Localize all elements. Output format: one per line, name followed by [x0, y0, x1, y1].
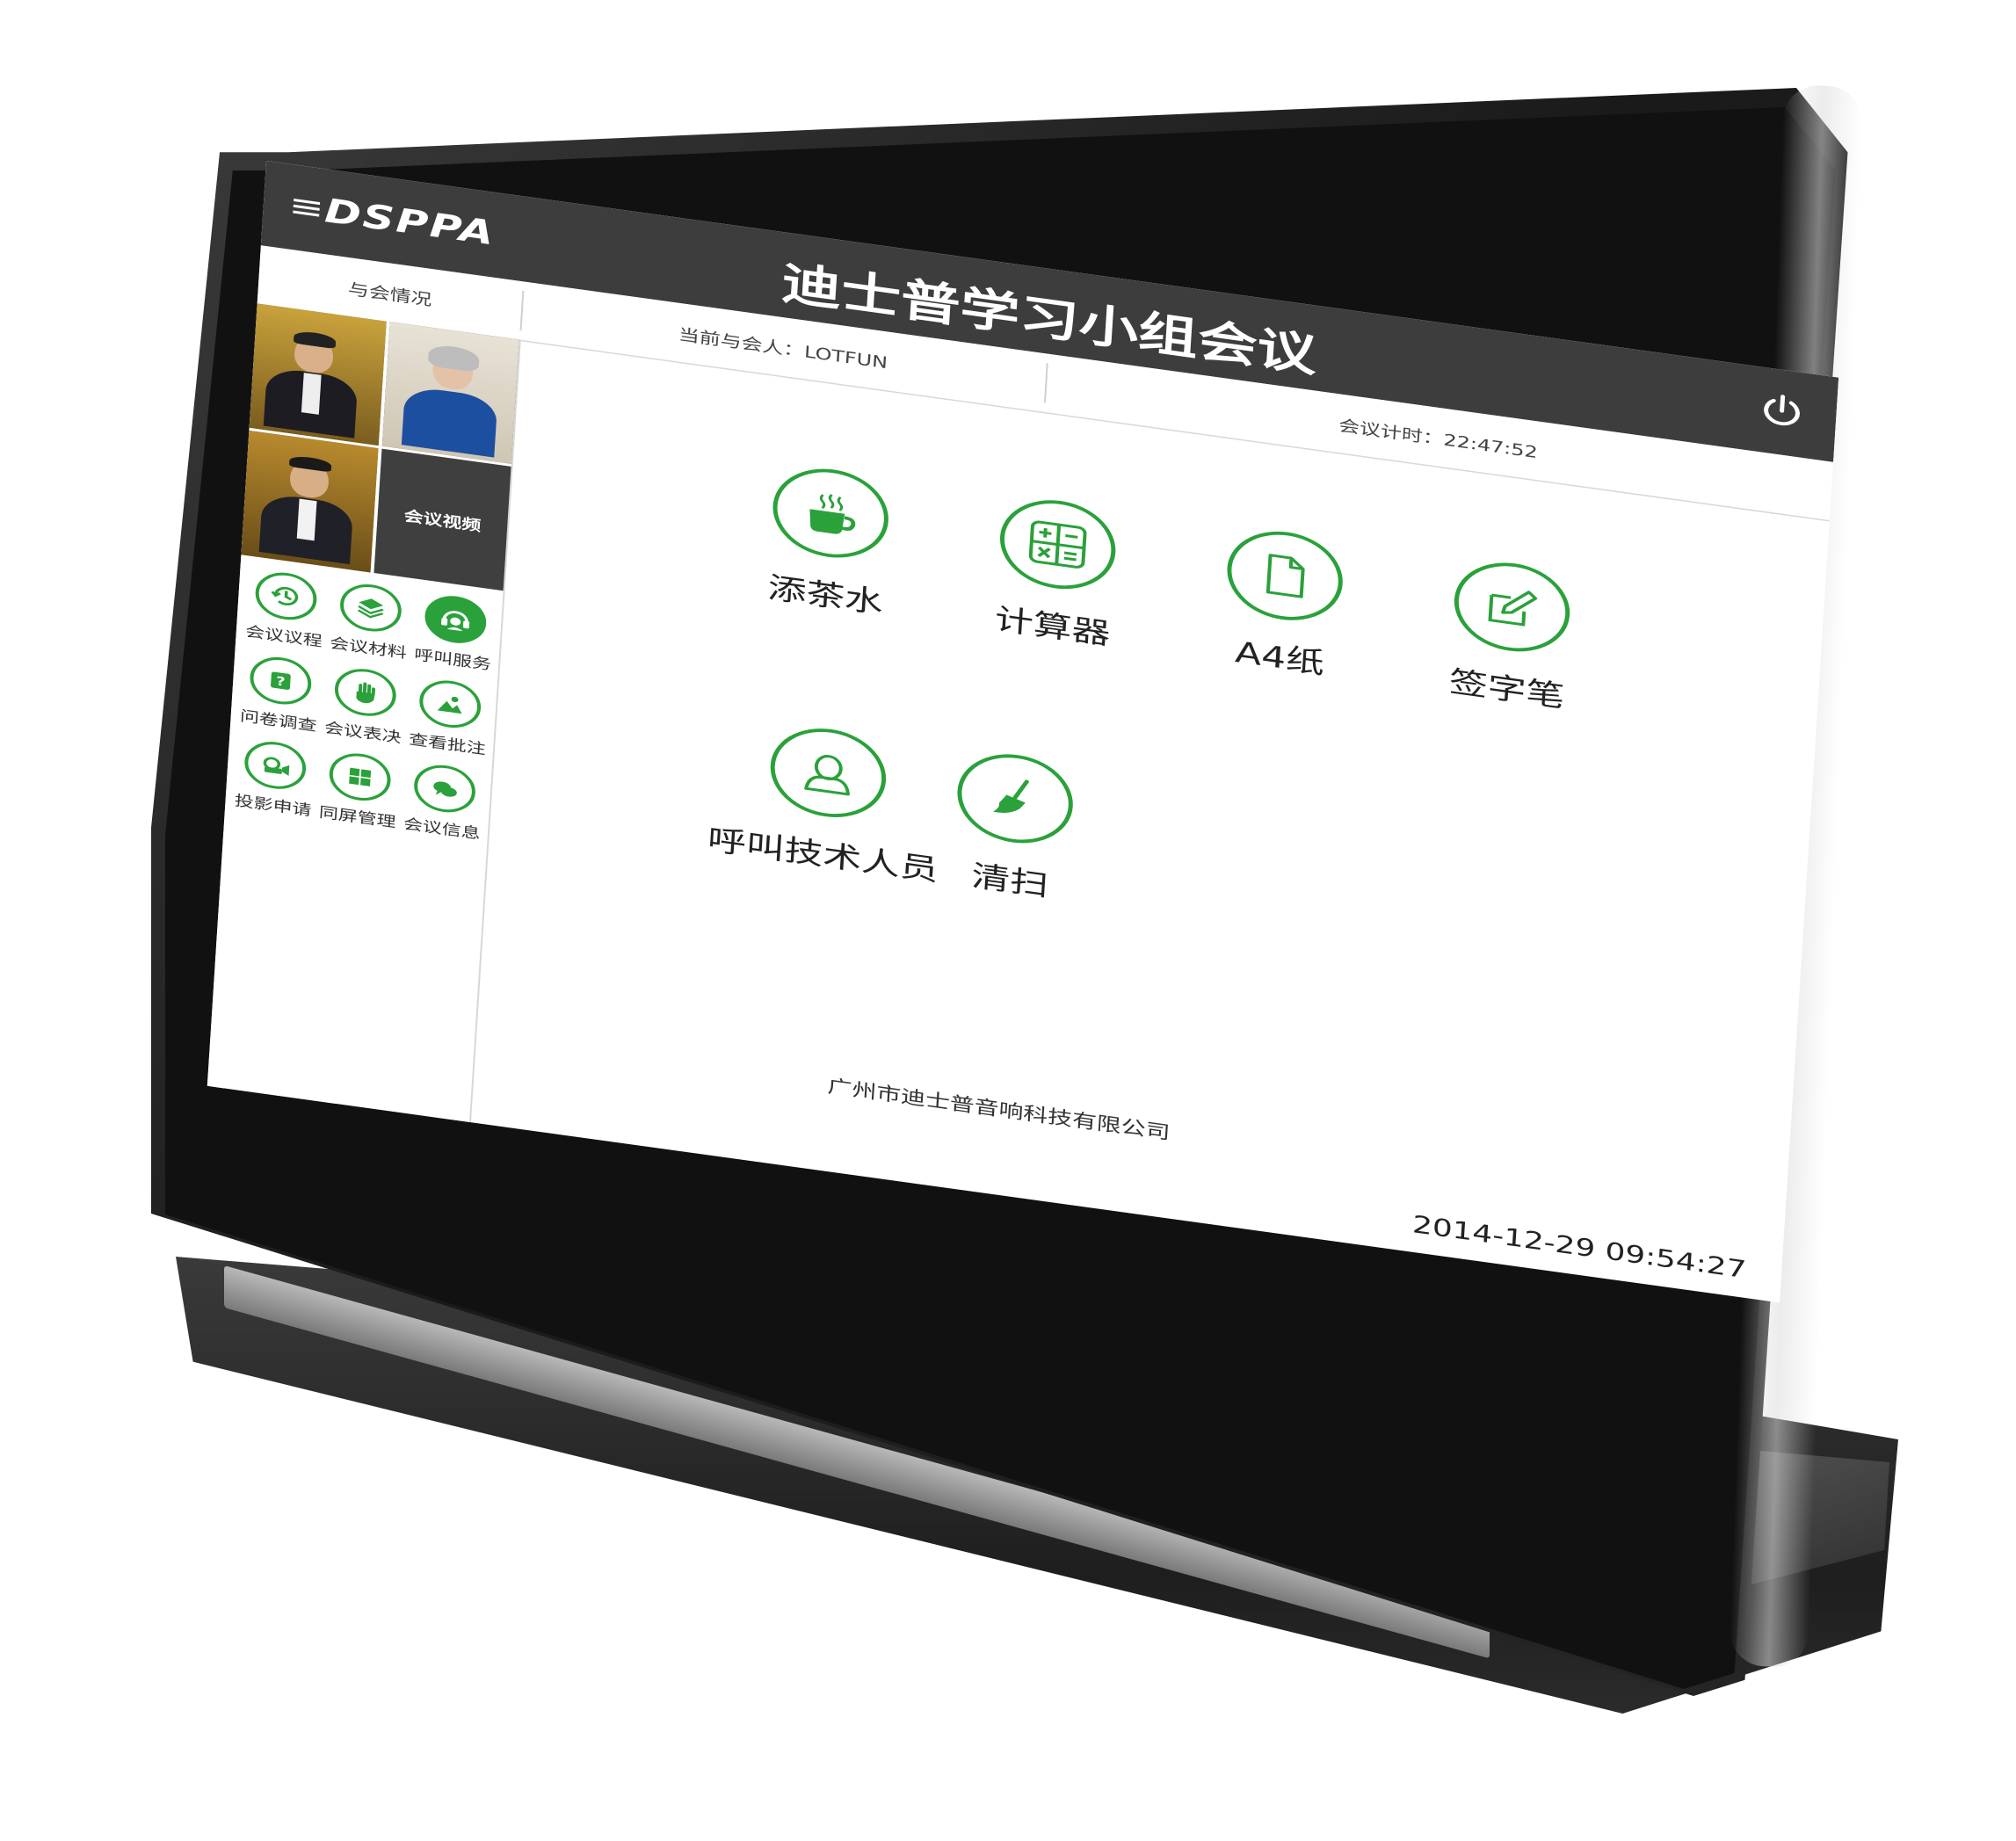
menu-agenda[interactable]: 会议议程 — [241, 568, 330, 652]
menu-label: 会议表决 — [323, 719, 402, 747]
layers-icon — [357, 598, 384, 619]
person-icon — [804, 755, 850, 796]
menu-label: 呼叫服务 — [413, 646, 492, 674]
picture-icon — [437, 696, 462, 714]
pen-icon — [1488, 591, 1538, 627]
hand-icon — [356, 682, 376, 704]
menu-label: 同屏管理 — [318, 804, 397, 831]
menu-materials[interactable]: 会议材料 — [325, 579, 414, 663]
meeting-video-button[interactable]: 会议视频 — [373, 448, 511, 591]
power-button[interactable] — [1752, 386, 1811, 436]
menu-call-service[interactable]: 呼叫服务 — [410, 591, 498, 675]
service-pen[interactable]: 签字笔 — [1448, 555, 1573, 715]
video-feed[interactable] — [381, 322, 519, 464]
tea-cup-icon — [809, 494, 856, 534]
service-calculator[interactable]: 计算器 — [994, 493, 1119, 653]
chat-icon — [432, 781, 457, 797]
function-menu: 会议议程 会议材料 呼叫服务 ? 问卷调查 会议表决 查看批注 投影申请 同屏管… — [230, 568, 499, 844]
service-a4-paper[interactable]: A4纸 — [1221, 524, 1345, 685]
menu-screen-share[interactable]: 同屏管理 — [315, 748, 403, 832]
menu-label: 会议材料 — [329, 634, 408, 663]
menu-projection[interactable]: 投影申请 — [230, 736, 319, 821]
menu-vote[interactable]: 会议表决 — [320, 663, 409, 748]
question-icon: ? — [271, 671, 292, 690]
video-grid: 会议视频 — [241, 303, 519, 591]
service-tea[interactable]: 添茶水 — [766, 461, 891, 621]
menu-label: 投影申请 — [234, 792, 312, 820]
service-label: 添茶水 — [766, 570, 885, 620]
service-call-technician[interactable]: 呼叫技术人员 — [707, 714, 946, 889]
menu-survey[interactable]: ? 问卷调查 — [236, 652, 324, 736]
menu-annotations[interactable]: 查看批注 — [404, 675, 493, 759]
broom-icon — [993, 779, 1029, 813]
video-feed[interactable] — [249, 303, 387, 446]
menu-label: 会议信息 — [402, 815, 482, 844]
service-label: 计算器 — [993, 602, 1112, 652]
calculator-icon — [1028, 520, 1087, 569]
menu-label: 查看批注 — [408, 731, 487, 758]
service-label: 清扫 — [970, 859, 1050, 903]
document-icon — [1265, 554, 1305, 598]
service-label: A4纸 — [1234, 634, 1326, 682]
power-icon — [1764, 395, 1800, 426]
video-feed[interactable] — [241, 430, 379, 573]
service-label: 签字笔 — [1447, 664, 1566, 714]
service-cleaning[interactable]: 清扫 — [951, 747, 1076, 907]
menu-label: 会议议程 — [244, 623, 323, 651]
headset-icon — [440, 611, 469, 632]
svg-text:?: ? — [276, 674, 286, 690]
service-label: 呼叫技术人员 — [707, 822, 939, 888]
camera-icon — [263, 757, 290, 776]
history-icon — [271, 587, 299, 606]
menu-label: 问卷调查 — [239, 707, 318, 736]
grid-icon — [349, 767, 372, 786]
menu-meeting-info[interactable]: 会议信息 — [399, 760, 488, 844]
